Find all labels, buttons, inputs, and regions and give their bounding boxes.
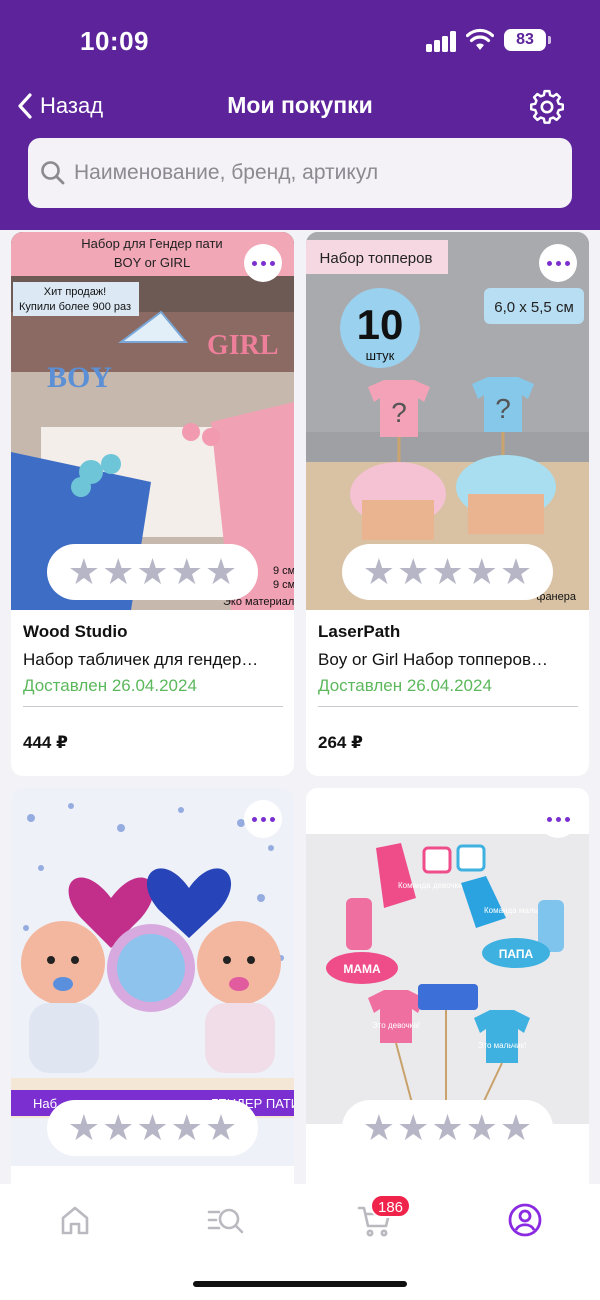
- product-price: 264 ₽: [318, 733, 363, 752]
- gear-icon[interactable]: [528, 88, 566, 126]
- image-text: ПАПА: [499, 947, 534, 961]
- cellular-signal-icon: [426, 30, 456, 52]
- star-icon[interactable]: ★: [500, 1110, 532, 1146]
- profile-icon[interactable]: [505, 1200, 545, 1240]
- image-text: 6,0 х 5,5 см: [494, 299, 574, 316]
- star-icon[interactable]: ★: [466, 1110, 498, 1146]
- image-text: Хит продаж!: [44, 286, 106, 298]
- product-info: LaserPath Boy or Girl Набор топперов… До…: [318, 622, 578, 753]
- home-indicator: [193, 1281, 407, 1287]
- image-text: Это мальчик!: [478, 1041, 527, 1050]
- search-icon: [41, 161, 65, 185]
- header: 10:09 83 Назад Мои покупки: [0, 0, 600, 230]
- more-options-button[interactable]: [539, 244, 577, 282]
- image-text: Купили более 900 раз: [19, 301, 131, 313]
- star-icon[interactable]: ★: [68, 554, 100, 590]
- product-card[interactable]: Набор топперов 6,0 х 5,5 см 10 штук ? ? …: [306, 232, 589, 776]
- image-text: BOY: [47, 361, 112, 394]
- star-icon[interactable]: ★: [431, 1110, 463, 1146]
- more-options-button[interactable]: [539, 800, 577, 838]
- divider: [318, 706, 578, 707]
- product-brand: Wood Studio: [23, 622, 128, 641]
- star-icon[interactable]: ★: [466, 554, 498, 590]
- star-icon[interactable]: ★: [363, 1110, 395, 1146]
- star-icon[interactable]: ★: [136, 554, 168, 590]
- status-time: 10:09: [80, 26, 149, 56]
- product-price: 444 ₽: [23, 733, 68, 752]
- product-title: Boy or Girl Набор топперов…: [318, 650, 548, 669]
- image-text: 9 см: [273, 579, 294, 591]
- image-text: 10: [357, 301, 404, 348]
- star-icon[interactable]: ★: [136, 1110, 168, 1146]
- status-bar: 10:09 83: [0, 0, 600, 80]
- star-icon[interactable]: ★: [171, 1110, 203, 1146]
- product-card[interactable]: Набор для Гендер пати BOY or GIRL Хит пр…: [11, 232, 294, 776]
- wifi-icon: [466, 28, 494, 50]
- divider: [23, 706, 283, 707]
- rating-stars[interactable]: ★ ★ ★ ★ ★: [47, 544, 258, 600]
- home-icon[interactable]: [55, 1200, 95, 1240]
- image-text: 9 см: [273, 565, 294, 577]
- star-icon[interactable]: ★: [431, 554, 463, 590]
- rating-stars[interactable]: ★ ★ ★ ★ ★: [47, 1100, 258, 1156]
- star-icon[interactable]: ★: [397, 1110, 429, 1146]
- star-icon[interactable]: ★: [205, 554, 237, 590]
- image-text: Набор топперов: [320, 250, 433, 267]
- delivery-status: Доставлен 26.04.2024: [23, 676, 197, 695]
- image-text: МАМА: [343, 962, 381, 976]
- rating-stars[interactable]: ★ ★ ★ ★ ★: [342, 544, 553, 600]
- product-card[interactable]: Команда девочки Команда мальчики МАМА ПА…: [306, 788, 589, 1185]
- more-options-button[interactable]: [244, 800, 282, 838]
- star-icon[interactable]: ★: [102, 554, 134, 590]
- page-title: Мои покупки: [227, 92, 373, 118]
- image-text: штук: [366, 348, 395, 363]
- image-text: BOY or GIRL: [114, 255, 190, 270]
- catalog-search-icon[interactable]: [205, 1200, 245, 1240]
- product-info: Wood Studio Набор табличек для гендер… Д…: [23, 622, 283, 753]
- star-icon[interactable]: ★: [102, 1110, 134, 1146]
- rating-stars[interactable]: ★ ★ ★ ★ ★: [342, 1100, 553, 1156]
- cart-badge: 186: [370, 1194, 412, 1218]
- star-icon[interactable]: ★: [500, 554, 532, 590]
- image-text: ?: [495, 393, 511, 424]
- product-card[interactable]: Наб ГЕНДЕР ПАТИ ★ ★ ★ ★ ★: [11, 788, 294, 1185]
- purchases-grid: Набор для Гендер пати BOY or GIRL Хит пр…: [11, 230, 589, 1185]
- search-input[interactable]: [74, 161, 564, 185]
- image-text: Команда девочки: [398, 881, 463, 890]
- battery-indicator: 83: [504, 29, 551, 51]
- image-text: GIRL: [207, 330, 279, 361]
- delivery-status: Доставлен 26.04.2024: [318, 676, 492, 695]
- more-options-button[interactable]: [244, 244, 282, 282]
- star-icon[interactable]: ★: [68, 1110, 100, 1146]
- search-bar[interactable]: [28, 138, 572, 208]
- navigation-bar: Назад Мои покупки: [0, 80, 600, 132]
- product-title: Набор табличек для гендер…: [23, 650, 259, 669]
- star-icon[interactable]: ★: [363, 554, 395, 590]
- star-icon[interactable]: ★: [205, 1110, 237, 1146]
- star-icon[interactable]: ★: [397, 554, 429, 590]
- star-icon[interactable]: ★: [171, 554, 203, 590]
- image-text: Набор для Гендер пати: [81, 236, 222, 251]
- image-text: ?: [391, 397, 407, 428]
- product-brand: LaserPath: [318, 622, 401, 641]
- image-text: Это девочка!: [372, 1021, 420, 1030]
